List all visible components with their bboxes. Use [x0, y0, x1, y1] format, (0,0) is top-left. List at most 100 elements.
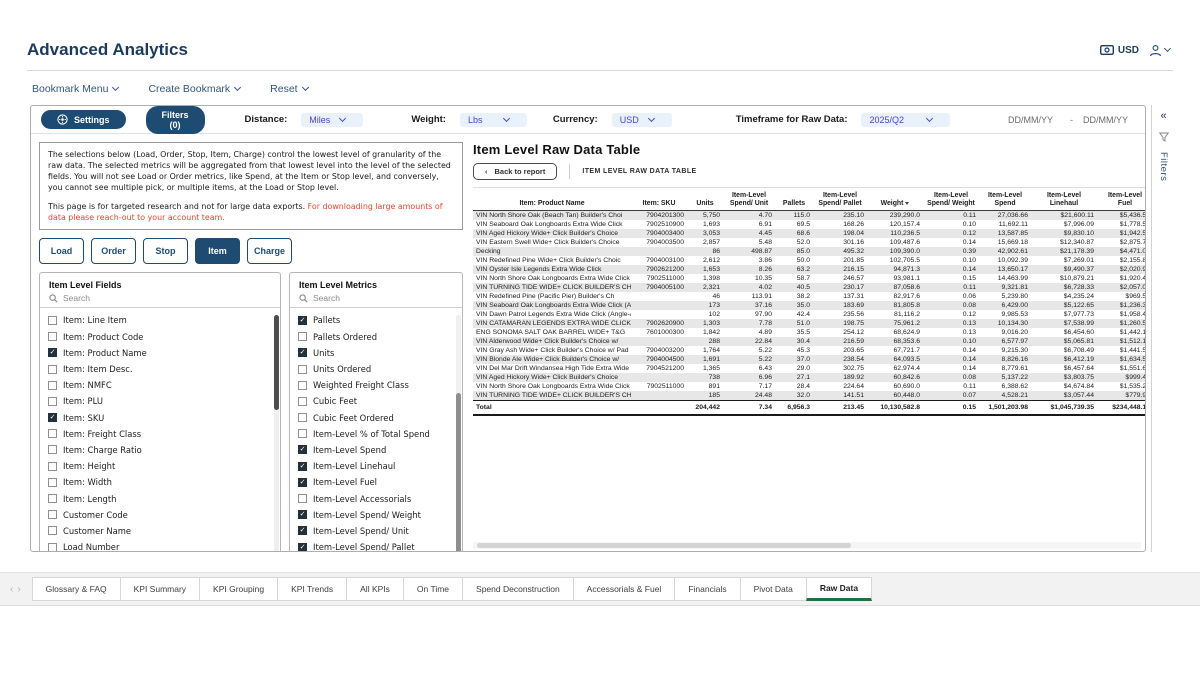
column-header[interactable]: Weight — [867, 190, 923, 210]
metric-checkbox[interactable]: ✓ — [298, 462, 307, 471]
metric-checkbox[interactable] — [298, 365, 307, 374]
page-tab-pivot-data[interactable]: Pivot Data — [740, 577, 807, 601]
metric-checkbox-row[interactable]: ✓Pallets — [298, 312, 456, 328]
metric-checkbox[interactable]: ✓ — [298, 445, 307, 454]
metric-checkbox[interactable] — [298, 397, 307, 406]
table-row[interactable]: VIN Aged Hickory Wide+ Click Builder's C… — [473, 373, 1146, 382]
field-checkbox[interactable] — [48, 462, 57, 471]
table-row[interactable]: VIN Oyster Isle Legends Extra Wide Click… — [473, 265, 1146, 274]
metric-checkbox[interactable]: ✓ — [298, 543, 307, 552]
field-checkbox-row[interactable]: Load Number — [48, 539, 274, 552]
field-checkbox[interactable] — [48, 332, 57, 341]
metric-checkbox-row[interactable]: Units Ordered — [298, 361, 456, 377]
field-checkbox[interactable] — [48, 494, 57, 503]
field-checkbox-row[interactable]: Customer Name — [48, 523, 274, 539]
table-row[interactable]: VIN TURNING TIDE WIDE+ CLICK BUILDER'S C… — [473, 283, 1146, 292]
field-checkbox-row[interactable]: Item: PLU — [48, 393, 274, 409]
table-row[interactable]: VIN North Shore Oak (Beach Tan) Builder'… — [473, 210, 1146, 220]
field-checkbox-row[interactable]: Item: Line Item — [48, 312, 274, 328]
level-button-load[interactable]: Load — [39, 238, 84, 264]
currency-select[interactable]: USD — [612, 113, 672, 127]
page-tab-raw-data[interactable]: Raw Data — [806, 577, 872, 601]
table-row[interactable]: VIN CATAMARAN LEGENDS EXTRA WIDE CLICK79… — [473, 319, 1146, 328]
table-row[interactable]: ENG SONOMA SALT OAK BARREL WIDE+ T&G7601… — [473, 328, 1146, 337]
level-button-stop[interactable]: Stop — [143, 238, 188, 264]
expand-panel-icon[interactable]: « — [1160, 111, 1166, 122]
table-row[interactable]: VIN Eastern Swell Wide+ Click Builder's … — [473, 238, 1146, 247]
field-checkbox[interactable] — [48, 397, 57, 406]
metric-checkbox-row[interactable]: ✓Item-Level Spend/ Pallet — [298, 539, 456, 552]
metric-checkbox[interactable]: ✓ — [298, 478, 307, 487]
user-menu[interactable] — [1149, 44, 1170, 57]
table-row[interactable]: VIN Del Mar Drift Windansea High Tide Ex… — [473, 364, 1146, 373]
page-tab-kpi-grouping[interactable]: KPI Grouping — [199, 577, 278, 601]
field-checkbox[interactable] — [48, 510, 57, 519]
table-row[interactable]: VIN Seaboard Oak Longboards Extra Wide C… — [473, 220, 1146, 229]
metric-checkbox[interactable] — [298, 494, 307, 503]
field-checkbox-row[interactable]: Item: Height — [48, 458, 274, 474]
column-header[interactable]: Item: Product Name — [473, 190, 631, 210]
metric-checkbox-row[interactable]: ✓Item-Level Spend — [298, 442, 456, 458]
column-header[interactable]: Item-Level Spend/ Unit — [723, 190, 775, 210]
metric-checkbox[interactable] — [298, 332, 307, 341]
page-tab-financials[interactable]: Financials — [674, 577, 740, 601]
weight-select[interactable]: Lbs — [460, 113, 527, 127]
table-row[interactable]: Decking86498.8785.0495.32109,390.00.3942… — [473, 247, 1146, 256]
metrics-search-input[interactable]: Search — [290, 292, 462, 308]
table-row[interactable]: VIN Dawn Patrol Legends Extra Wide Click… — [473, 310, 1146, 319]
metric-checkbox[interactable] — [298, 429, 307, 438]
table-row[interactable]: VIN Alderwood Wide+ Click Builder's Choi… — [473, 337, 1146, 346]
metric-checkbox-row[interactable]: ✓Item-Level Linehaul — [298, 458, 456, 474]
field-checkbox-row[interactable]: Item: Width — [48, 474, 274, 490]
metric-checkbox-row[interactable]: Cubic Feet Ordered — [298, 410, 456, 426]
table-row[interactable]: VIN TURNING TIDE WIDE+ CLICK BUILDER'S C… — [473, 391, 1146, 401]
table-row[interactable]: VIN Redefined Pine Wide+ Click Builder's… — [473, 256, 1146, 265]
reset-dropdown[interactable]: Reset — [270, 83, 307, 95]
column-header[interactable]: Item-Level Linehaul — [1031, 190, 1097, 210]
column-header[interactable]: Units — [687, 190, 723, 210]
field-checkbox[interactable] — [48, 316, 57, 325]
metric-checkbox[interactable] — [298, 413, 307, 422]
date-from-input[interactable]: DD/MM/YY — [1008, 115, 1060, 125]
metric-checkbox[interactable]: ✓ — [298, 348, 307, 357]
settings-button[interactable]: Settings — [41, 110, 126, 129]
timeframe-select[interactable]: 2025/Q2 — [861, 113, 950, 127]
metric-checkbox-row[interactable]: Item-Level Accessorials — [298, 490, 456, 506]
page-tab-kpi-trends[interactable]: KPI Trends — [277, 577, 347, 601]
metric-checkbox-row[interactable]: ✓Item-Level Spend/ Unit — [298, 523, 456, 539]
page-tab-glossary-faq[interactable]: Glossary & FAQ — [32, 577, 121, 601]
metric-checkbox-row[interactable]: Pallets Ordered — [298, 329, 456, 345]
field-checkbox[interactable] — [48, 365, 57, 374]
field-checkbox[interactable] — [48, 445, 57, 454]
table-row[interactable]: VIN North Shore Oak Longboards Extra Wid… — [473, 274, 1146, 283]
metric-checkbox-row[interactable]: ✓Item-Level Fuel — [298, 474, 456, 490]
column-header[interactable]: Item-Level Spend/ Pallet — [813, 190, 867, 210]
field-checkbox-row[interactable]: Item: Product Code — [48, 329, 274, 345]
column-header[interactable]: Item-Level Spend — [979, 190, 1031, 210]
level-button-item[interactable]: Item — [195, 238, 240, 264]
table-horizontal-scrollbar[interactable] — [473, 542, 1141, 549]
metric-checkbox-row[interactable]: ✓Units — [298, 345, 456, 361]
metric-checkbox[interactable]: ✓ — [298, 510, 307, 519]
page-tab-kpi-summary[interactable]: KPI Summary — [120, 577, 200, 601]
metrics-scrollbar[interactable] — [456, 315, 461, 552]
table-row[interactable]: VIN Blonde Ale Wide+ Click Builder's Cho… — [473, 355, 1146, 364]
field-checkbox[interactable] — [48, 478, 57, 487]
distance-select[interactable]: Miles — [301, 113, 363, 127]
fields-search-input[interactable]: Search — [40, 292, 280, 308]
metric-checkbox-row[interactable]: Item-Level % of Total Spend — [298, 426, 456, 442]
metric-checkbox[interactable] — [298, 381, 307, 390]
date-to-input[interactable]: DD/MM/YY — [1083, 115, 1135, 125]
field-checkbox-row[interactable]: ✓Item: SKU — [48, 410, 274, 426]
metric-checkbox-row[interactable]: Cubic Feet — [298, 393, 456, 409]
column-header[interactable]: Item-Level Spend/ Weight — [923, 190, 979, 210]
table-row[interactable]: VIN Redefined Pine (Pacific Pier) Builde… — [473, 292, 1146, 301]
metric-checkbox-row[interactable]: ✓Item-Level Spend/ Weight — [298, 507, 456, 523]
filters-button[interactable]: Filters (0) — [146, 106, 205, 134]
field-checkbox-row[interactable]: Item: NMFC — [48, 377, 274, 393]
level-button-order[interactable]: Order — [91, 238, 136, 264]
page-tab-accessorials-fuel[interactable]: Accessorials & Fuel — [573, 577, 676, 601]
back-to-report-button[interactable]: ‹ Back to report — [473, 163, 557, 180]
field-checkbox[interactable] — [48, 526, 57, 535]
field-checkbox-row[interactable]: Item: Freight Class — [48, 426, 274, 442]
